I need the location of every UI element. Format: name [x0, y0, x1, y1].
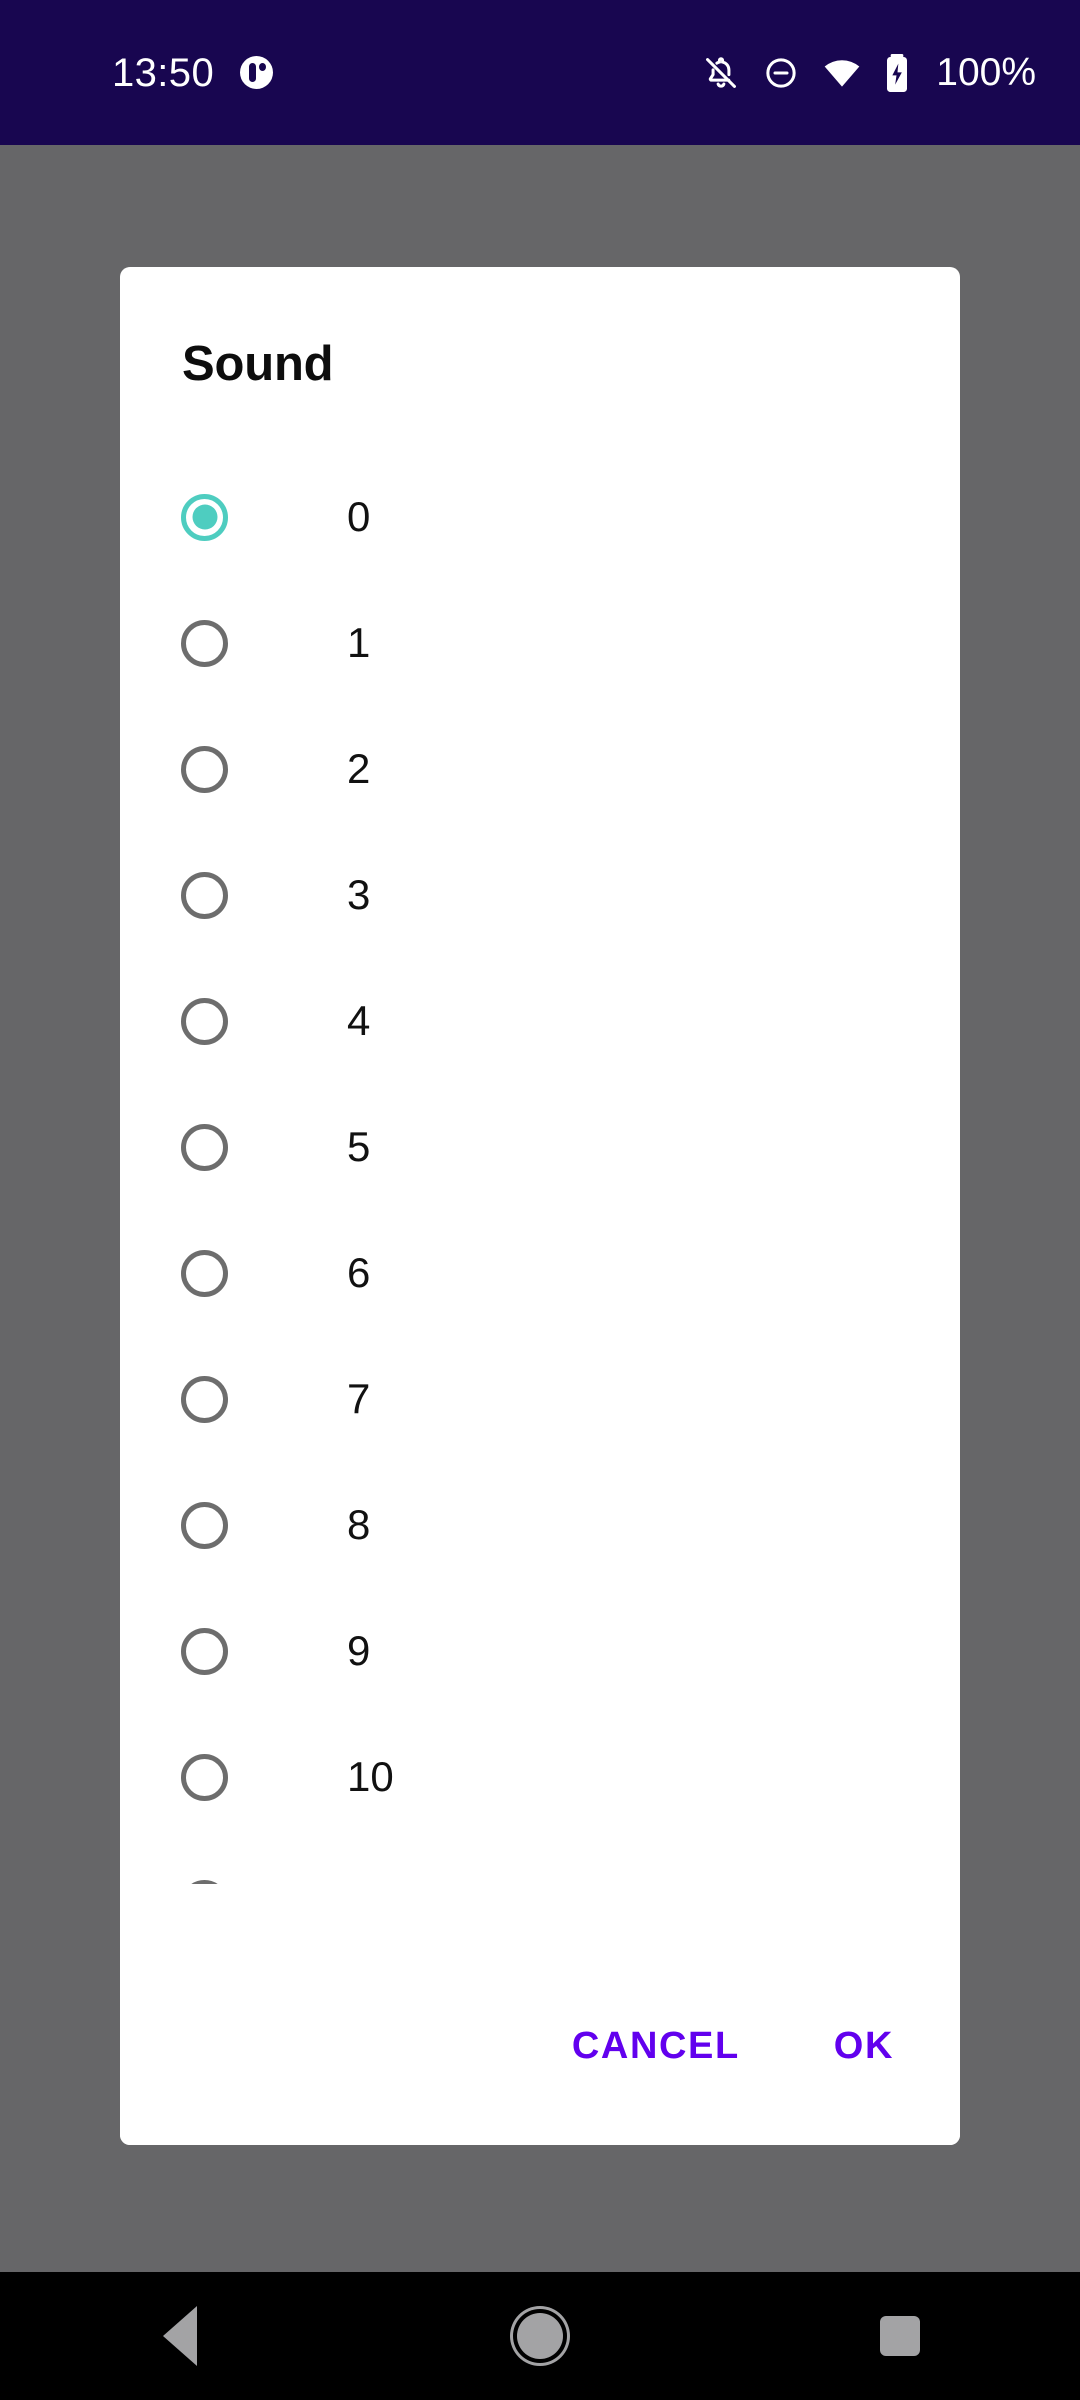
sound-option-label: 8 — [347, 1501, 371, 1548]
sound-option-row[interactable]: 8 — [120, 1462, 960, 1588]
sound-option-row[interactable]: 7 — [120, 1336, 960, 1462]
sound-option-list[interactable]: 0123456789101112 — [120, 454, 960, 1884]
battery-percent-label: 100% — [936, 51, 1036, 94]
radio-button-icon[interactable] — [181, 1879, 228, 1884]
radio-button-icon[interactable] — [181, 1123, 228, 1171]
sound-option-label: 6 — [347, 1249, 371, 1296]
sound-option-row[interactable]: 6 — [120, 1210, 960, 1336]
radio-button-icon[interactable] — [181, 1501, 228, 1549]
radio-button-icon[interactable] — [181, 997, 228, 1045]
sound-option-row[interactable]: 2 — [120, 706, 960, 832]
sound-option-row[interactable]: 5 — [120, 1084, 960, 1210]
radio-button-icon[interactable] — [181, 1753, 228, 1801]
sound-option-label: 0 — [347, 493, 371, 540]
sound-option-label: 3 — [347, 871, 371, 918]
cancel-button[interactable]: CANCEL — [546, 2009, 766, 2083]
sound-option-label: 5 — [347, 1123, 371, 1170]
sound-option-row[interactable]: 3 — [120, 832, 960, 958]
back-button[interactable] — [90, 2272, 270, 2400]
radio-button-icon[interactable] — [181, 1627, 228, 1675]
status-bar-right: 100% — [702, 53, 1036, 93]
sound-option-row[interactable]: 1 — [120, 580, 960, 706]
wifi-icon — [822, 53, 862, 93]
notifications-off-icon — [702, 54, 740, 92]
radio-button-icon[interactable] — [181, 493, 228, 541]
back-triangle-icon — [163, 2306, 197, 2366]
sound-option-row[interactable]: 0 — [120, 454, 960, 580]
sound-dialog: Sound 0123456789101112 CANCEL OK — [120, 267, 960, 2145]
sound-option-label: 9 — [347, 1627, 371, 1674]
app-notification-icon — [240, 56, 274, 89]
status-clock: 13:50 — [112, 50, 215, 95]
dialog-title: Sound — [182, 337, 334, 391]
ok-button[interactable]: OK — [808, 2009, 920, 2083]
radio-button-icon[interactable] — [181, 1375, 228, 1423]
phone-screen: 13:50 100% Sound 0 1 2 3 4 5 6 7 8 9 10 … — [0, 0, 1080, 2400]
radio-button-icon[interactable] — [181, 871, 228, 919]
home-circle-icon — [517, 2313, 563, 2359]
sound-option-row[interactable]: 11 — [120, 1840, 960, 1884]
sound-option-row[interactable]: 10 — [120, 1714, 960, 1840]
home-button[interactable] — [450, 2272, 630, 2400]
sound-option-label: 7 — [347, 1375, 371, 1422]
sound-option-label: 4 — [347, 997, 371, 1044]
status-bar: 13:50 100% — [0, 0, 1080, 145]
sound-option-row[interactable]: 9 — [120, 1588, 960, 1714]
recents-button[interactable] — [810, 2272, 990, 2400]
radio-button-icon[interactable] — [181, 1249, 228, 1297]
battery-charging-icon — [884, 53, 910, 93]
radio-button-icon[interactable] — [181, 619, 228, 667]
radio-button-icon[interactable] — [181, 745, 228, 793]
dialog-button-bar: CANCEL OK — [120, 1947, 960, 2145]
sound-option-label: 1 — [347, 619, 371, 666]
navigation-bar — [0, 2272, 1080, 2400]
do-not-disturb-icon — [762, 54, 800, 92]
sound-option-label: 2 — [347, 745, 371, 792]
recents-square-icon — [880, 2316, 920, 2356]
sound-option-row[interactable]: 4 — [120, 958, 960, 1084]
status-bar-left: 13:50 — [112, 50, 274, 95]
sound-option-label: 11 — [347, 1882, 391, 1885]
sound-option-label: 10 — [347, 1753, 394, 1800]
